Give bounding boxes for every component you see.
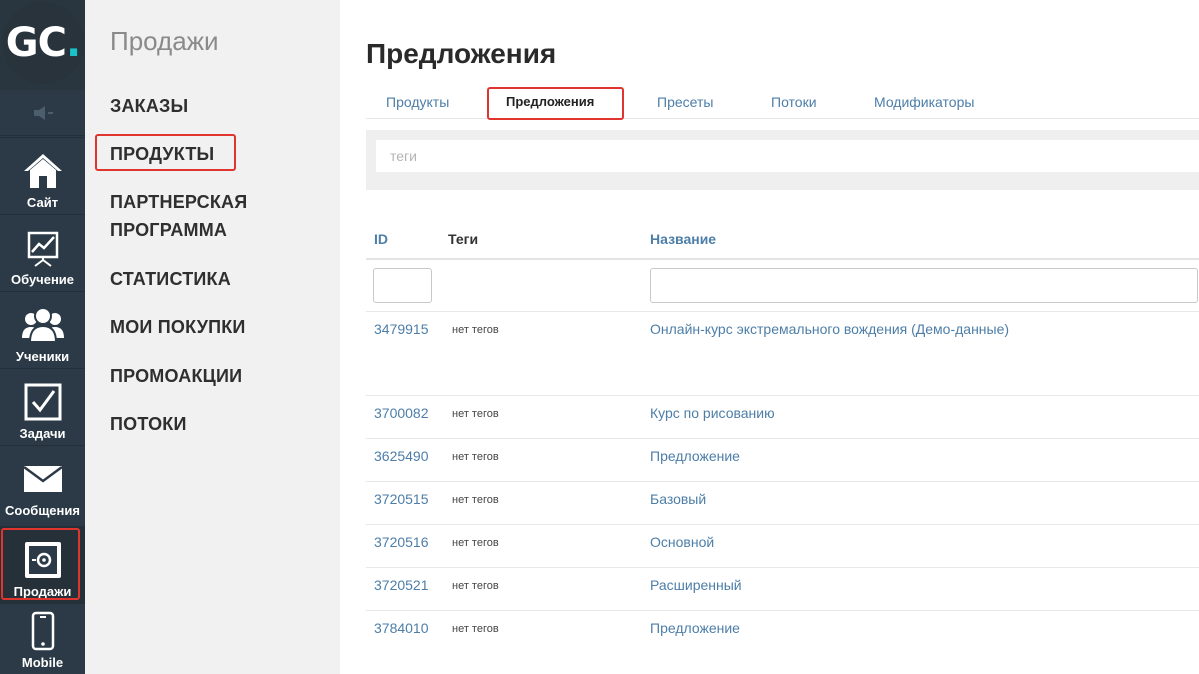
column-header-id[interactable]: ID [374, 231, 388, 247]
row-name-link[interactable]: Онлайн-курс экстремального вождения (Дем… [650, 321, 1009, 337]
phone-icon [21, 609, 65, 653]
home-icon [21, 149, 65, 193]
tab-products[interactable]: Продукты [386, 88, 449, 118]
row-id-link[interactable]: 3479915 [374, 321, 429, 337]
row-divider [366, 524, 1199, 525]
row-divider [366, 395, 1199, 396]
row-id-link[interactable]: 3720516 [374, 534, 429, 550]
offers-tab-highlight-box [487, 87, 624, 120]
main-sidebar: GC. Сайт Обучение Ученики Задачи Сообщен… [0, 0, 85, 674]
speaker-icon [33, 105, 53, 120]
menu-item-statistics[interactable]: СТАТИСТИКА [110, 265, 330, 293]
menu-item-promotions[interactable]: ПРОМОАКЦИИ [110, 362, 330, 390]
sidebar-item-label: Mobile [21, 655, 64, 670]
row-divider [366, 438, 1199, 439]
sidebar-item-label: Задачи [19, 426, 66, 441]
tab-presets[interactable]: Пресеты [657, 88, 713, 118]
envelope-icon [21, 457, 65, 501]
header-divider [366, 258, 1199, 260]
logo-text: GC [5, 20, 67, 66]
row-id-link[interactable]: 3625490 [374, 448, 429, 464]
checkbox-icon [21, 380, 65, 424]
row-name-link[interactable]: Расширенный [650, 577, 742, 593]
row-tags: нет тегов [452, 408, 499, 420]
sidebar-item-label: Ученики [15, 349, 70, 364]
logo[interactable]: GC. [0, 0, 85, 90]
row-name-link[interactable]: Основной [650, 534, 714, 550]
sales-menu: Продажи ЗАКАЗЫ ПРОДУКТЫ ПАРТНЕРСКАЯ ПРОГ… [85, 0, 340, 674]
sidebar-item-students[interactable]: Ученики [0, 291, 85, 368]
row-tags: нет тегов [452, 324, 499, 336]
row-name-link[interactable]: Предложение [650, 620, 740, 636]
menu-item-partner-program[interactable]: ПАРТНЕРСКАЯ ПРОГРАММА [110, 188, 330, 244]
row-divider [366, 481, 1199, 482]
filter-bar [366, 130, 1199, 190]
chart-board-icon [21, 226, 65, 270]
menu-title: Продажи [110, 26, 219, 56]
tab-modifiers[interactable]: Модификаторы [874, 88, 974, 118]
sidebar-item-site[interactable]: Сайт [0, 137, 85, 214]
column-header-tags: Теги [448, 231, 479, 247]
sidebar-item-messages[interactable]: Сообщения [0, 445, 85, 522]
row-id-link[interactable]: 3700082 [374, 405, 429, 421]
row-tags: нет тегов [452, 580, 499, 592]
sidebar-item-mobile[interactable]: Mobile [0, 603, 85, 674]
logo-badge: GC. [2, 2, 84, 84]
menu-item-my-purchases[interactable]: МОИ ПОКУПКИ [110, 313, 330, 341]
sidebar-item-label: Сайт [26, 195, 59, 210]
row-tags: нет тегов [452, 494, 499, 506]
row-divider [366, 610, 1199, 611]
menu-item-streams[interactable]: ПОТОКИ [110, 410, 330, 438]
sidebar-item-tasks[interactable]: Задачи [0, 368, 85, 445]
menu-item-orders[interactable]: ЗАКАЗЫ [110, 92, 330, 120]
row-name-link[interactable]: Курс по рисованию [650, 405, 775, 421]
row-divider [366, 311, 1199, 312]
row-tags: нет тегов [452, 623, 499, 635]
row-tags: нет тегов [452, 537, 499, 549]
row-name-link[interactable]: Предложение [650, 448, 740, 464]
row-divider [366, 567, 1199, 568]
products-highlight-box [95, 134, 236, 171]
sound-toggle[interactable] [0, 90, 85, 136]
row-id-link[interactable]: 3720521 [374, 577, 429, 593]
row-id-link[interactable]: 3784010 [374, 620, 429, 636]
tab-streams[interactable]: Потоки [771, 88, 817, 118]
row-name-link[interactable]: Базовый [650, 491, 706, 507]
sales-highlight-box [1, 528, 80, 600]
sidebar-item-label: Сообщения [5, 503, 80, 518]
page-title: Предложения [366, 38, 557, 69]
sidebar-item-label: Обучение [10, 272, 75, 287]
logo-dot: . [65, 20, 81, 66]
users-icon [21, 303, 65, 347]
id-filter-input[interactable] [373, 268, 432, 303]
name-filter-input[interactable] [650, 268, 1198, 303]
row-tags: нет тегов [452, 451, 499, 463]
tags-filter-input[interactable] [376, 140, 1199, 172]
sidebar-item-learning[interactable]: Обучение [0, 214, 85, 291]
main-content: Предложения Продукты Предложения Пресеты… [340, 0, 1199, 674]
column-header-name[interactable]: Название [650, 231, 716, 247]
row-id-link[interactable]: 3720515 [374, 491, 429, 507]
